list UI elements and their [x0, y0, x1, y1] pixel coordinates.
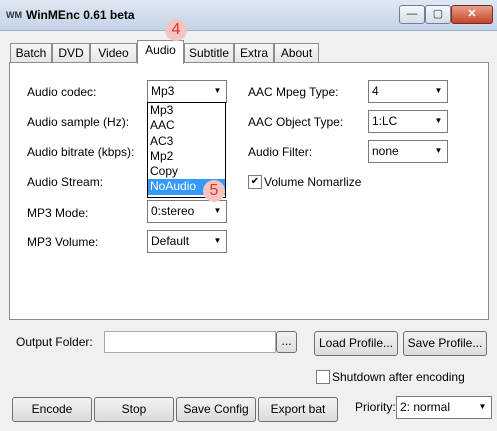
aac-mpeg-type-value: 4: [372, 84, 379, 98]
chevron-down-icon: ▼: [434, 86, 443, 95]
mp3-mode-label: MP3 Mode:: [27, 206, 89, 220]
audio-codec-label: Audio codec:: [27, 85, 97, 99]
tab-subtitle[interactable]: Subtitle: [184, 43, 234, 63]
tab-video[interactable]: Video: [90, 43, 137, 63]
load-profile-button[interactable]: Load Profile...: [314, 331, 398, 356]
shutdown-label: Shutdown after encoding: [332, 370, 465, 384]
stop-button[interactable]: Stop: [94, 397, 174, 422]
dropdown-option[interactable]: AC3: [148, 134, 225, 149]
chevron-down-icon: ▼: [213, 206, 222, 215]
priority-value: 2: normal: [400, 400, 451, 414]
audio-bitrate-label: Audio bitrate (kbps):: [27, 145, 135, 159]
priority-label: Priority:: [355, 400, 396, 414]
window-title: WinMEnc 0.61 beta: [26, 8, 135, 22]
mp3-volume-label: MP3 Volume:: [27, 235, 99, 249]
maximize-icon: ▢: [432, 8, 444, 20]
audio-codec-value: Mp3: [151, 84, 175, 98]
output-folder-input[interactable]: [104, 331, 276, 353]
close-icon: ✕: [467, 8, 477, 20]
chevron-down-icon: ▼: [213, 86, 222, 95]
mp3-volume-select[interactable]: Default ▼: [147, 230, 227, 253]
aac-mpeg-type-label: AAC Mpeg Type:: [248, 85, 339, 99]
app-window: WM WinMEnc 0.61 beta — ▢ ✕ Batch DVD Vid…: [0, 0, 497, 431]
mp3-mode-value: 0:stereo: [151, 204, 195, 218]
encode-button[interactable]: Encode: [12, 397, 92, 422]
maximize-button[interactable]: ▢: [425, 5, 451, 24]
close-button[interactable]: ✕: [451, 5, 493, 24]
step-marker-5: 5: [203, 180, 225, 202]
step-marker-4: 4: [165, 19, 187, 41]
save-config-button[interactable]: Save Config: [176, 397, 256, 422]
app-icon: WM: [6, 10, 22, 20]
tab-about[interactable]: About: [274, 43, 319, 63]
audio-filter-label: Audio Filter:: [248, 145, 313, 159]
chevron-down-icon: ▼: [434, 146, 443, 155]
priority-select[interactable]: 2: normal ▼: [396, 396, 492, 419]
dropdown-option[interactable]: AAC: [148, 118, 225, 133]
mp3-volume-value: Default: [151, 234, 190, 248]
aac-mpeg-type-select[interactable]: 4 ▼: [368, 80, 448, 103]
tab-dvd[interactable]: DVD: [52, 43, 90, 63]
browse-button[interactable]: ...: [276, 331, 297, 353]
tab-audio[interactable]: Audio: [137, 40, 184, 64]
output-folder-label: Output Folder:: [16, 335, 93, 349]
chevron-down-icon: ▼: [478, 402, 487, 411]
tab-extra[interactable]: Extra: [234, 43, 274, 63]
save-profile-button[interactable]: Save Profile...: [403, 331, 487, 356]
audio-filter-value: none: [372, 144, 399, 158]
checkmark-icon: ✔: [250, 176, 260, 187]
volume-normalize-checkbox[interactable]: ✔: [248, 175, 262, 189]
dropdown-option[interactable]: Copy: [148, 164, 225, 179]
title-bar: WM WinMEnc 0.61 beta — ▢ ✕: [0, 0, 497, 31]
shutdown-checkbox[interactable]: [316, 370, 330, 384]
audio-stream-label: Audio Stream:: [27, 175, 104, 189]
mp3-mode-select[interactable]: 0:stereo ▼: [147, 200, 227, 223]
minimize-icon: —: [406, 8, 418, 20]
audio-filter-select[interactable]: none ▼: [368, 140, 448, 163]
dropdown-option[interactable]: Mp2: [148, 149, 225, 164]
export-bat-button[interactable]: Export bat: [258, 397, 338, 422]
aac-object-type-label: AAC Object Type:: [248, 115, 344, 129]
dropdown-option[interactable]: Mp3: [148, 103, 225, 118]
aac-object-type-value: 1:LC: [372, 114, 398, 128]
volume-normalize-label: Volume Nomarlize: [264, 175, 362, 189]
tab-batch[interactable]: Batch: [10, 43, 52, 63]
aac-object-type-select[interactable]: 1:LC ▼: [368, 110, 448, 133]
audio-sample-label: Audio sample (Hz):: [27, 115, 130, 129]
audio-codec-select[interactable]: Mp3 ▼: [147, 80, 227, 103]
chevron-down-icon: ▼: [213, 236, 222, 245]
chevron-down-icon: ▼: [434, 116, 443, 125]
minimize-button[interactable]: —: [399, 5, 425, 24]
